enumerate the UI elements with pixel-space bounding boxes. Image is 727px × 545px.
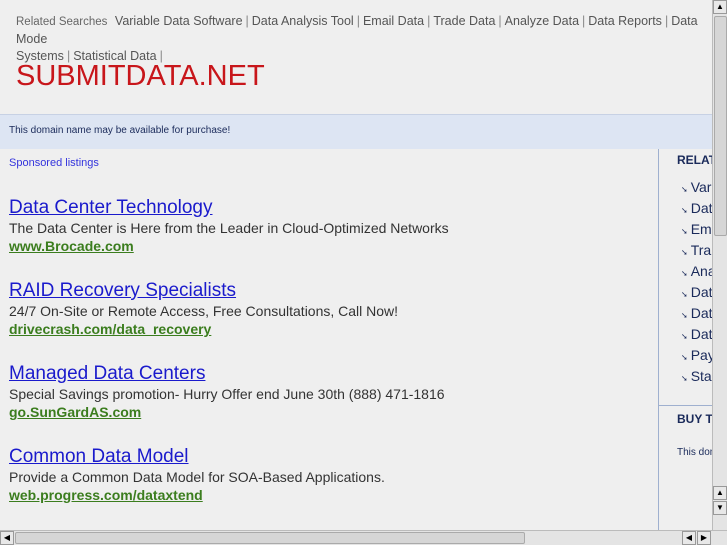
sidebar-item-label: Tra [690, 242, 712, 258]
scroll-up-button[interactable]: ▲ [713, 486, 727, 500]
arrow-icon: ➘ [681, 269, 688, 278]
header: Related Searches Variable Data Software |… [0, 0, 712, 114]
related-link[interactable]: Analyze Data [505, 14, 579, 28]
sidebar-item[interactable]: ➘ Sta [681, 367, 712, 388]
sidebar-item-label: Dat [690, 305, 712, 321]
sponsored-listings: Sponsored listings Data Center Technolog… [0, 149, 658, 530]
vertical-scrollbar[interactable]: ▲ ▲ ▼ [712, 0, 727, 530]
separator: | [664, 14, 669, 28]
ad-listing: Common Data Model Provide a Common Data … [9, 446, 649, 504]
ad-title-link[interactable]: Common Data Model [9, 446, 649, 468]
related-link[interactable]: Trade Data [433, 14, 495, 28]
buy-text: This dom [677, 447, 712, 458]
horizontal-scrollbar[interactable]: ◀ ◀ ▶ [0, 530, 727, 545]
sidebar-item[interactable]: ➘ Tra [681, 241, 712, 262]
sidebar-item-label: Dat [690, 200, 712, 216]
sidebar-item[interactable]: ➘ Dat [681, 283, 712, 304]
ad-description: 24/7 On-Site or Remote Access, Free Cons… [9, 303, 399, 319]
ad-listing: Managed Data Centers Special Savings pro… [9, 363, 649, 421]
separator: | [427, 14, 431, 28]
sponsored-label: Sponsored listings [9, 157, 99, 169]
related-searches-bar: Related Searches Variable Data Software |… [16, 13, 712, 65]
ad-url-link[interactable]: go.SunGardAS.com [9, 403, 649, 421]
arrow-icon: ➘ [681, 353, 688, 362]
arrow-icon: ➘ [681, 206, 688, 215]
related-searches-label: Related Searches [16, 16, 108, 28]
ad-title-link[interactable]: Managed Data Centers [9, 363, 649, 385]
separator: | [498, 14, 502, 28]
arrow-icon: ➘ [681, 332, 688, 341]
scroll-down-button[interactable]: ▼ [713, 501, 727, 515]
sidebar-item-label: Dat [690, 326, 712, 342]
sidebar-item[interactable]: ➘ Dat [681, 325, 712, 346]
related-link[interactable]: Data Reports [588, 14, 662, 28]
ad-title-link[interactable]: Data Center Technology [9, 197, 649, 219]
page-viewport: Related Searches Variable Data Software |… [0, 0, 712, 530]
sidebar-item[interactable]: ➘ Em [681, 220, 712, 241]
arrow-icon: ➘ [681, 248, 688, 257]
ad-listing: RAID Recovery Specialists 24/7 On-Site o… [9, 280, 649, 338]
related-link[interactable]: Variable Data Software [115, 14, 243, 28]
scroll-up-button[interactable]: ▲ [713, 0, 727, 14]
sidebar-item[interactable]: ➘Pay [681, 346, 712, 367]
related-link[interactable]: Data Analysis Tool [252, 14, 354, 28]
sidebar-divider [659, 405, 712, 406]
vertical-scroll-thumb[interactable] [714, 16, 727, 236]
domain-notice-bar: This domain name may be available for pu… [0, 114, 712, 149]
sidebar-list: ➘Var ➘Dat ➘Em ➘Tra ➘Ana ➘Dat ➘Dat ➘Dat ➘… [681, 178, 712, 388]
ad-url-link[interactable]: www.Brocade.com [9, 237, 649, 255]
ad-url-link[interactable]: drivecrash.com/data_recovery [9, 320, 649, 338]
sidebar-item[interactable]: ➘Ana [681, 262, 712, 283]
ad-listing: Data Center Technology The Data Center i… [9, 197, 649, 255]
arrow-icon: ➘ [681, 290, 688, 299]
separator: | [356, 14, 360, 28]
sidebar-item-label: Sta [690, 368, 712, 384]
sidebar-item-label: Var [690, 179, 712, 195]
arrow-icon: ➘ [681, 227, 688, 236]
arrow-icon: ➘ [681, 311, 688, 320]
sidebar-item[interactable]: ➘ Dat [681, 199, 712, 220]
horizontal-scroll-thumb[interactable] [15, 532, 525, 544]
scroll-left-button[interactable]: ◀ [682, 531, 696, 545]
separator: | [582, 14, 586, 28]
site-logo[interactable]: SUBMITDATA.NET [16, 60, 265, 93]
arrow-icon: ➘ [681, 185, 688, 194]
ad-description: Special Savings promotion- Hurry Offer e… [9, 386, 445, 402]
scroll-right-button[interactable]: ▶ [697, 531, 711, 545]
ad-title-link[interactable]: RAID Recovery Specialists [9, 280, 649, 302]
related-link[interactable]: Email Data [363, 14, 424, 28]
sidebar-heading: RELAT [677, 153, 712, 167]
scroll-left-button[interactable]: ◀ [0, 531, 14, 545]
separator: | [245, 14, 249, 28]
ad-description: The Data Center is Here from the Leader … [9, 220, 449, 236]
sidebar-item[interactable]: ➘ Var [681, 178, 712, 199]
ad-description: Provide a Common Data Model for SOA-Base… [9, 469, 385, 485]
sidebar-item-label: Ana [690, 263, 712, 279]
sidebar-item-label: Em [690, 221, 712, 237]
sidebar-item-label: Dat [690, 284, 712, 300]
related-sidebar: RELAT ➘Var ➘Dat ➘Em ➘Tra ➘Ana ➘Dat ➘Dat … [658, 149, 712, 530]
sidebar-item-label: Pay [690, 347, 712, 363]
domain-notice-text: This domain name may be available for pu… [9, 125, 231, 136]
buy-heading: BUY T [677, 412, 712, 426]
sidebar-item[interactable]: ➘ Dat [681, 304, 712, 325]
ad-url-link[interactable]: web.progress.com/dataxtend [9, 486, 649, 504]
arrow-icon: ➘ [681, 374, 688, 383]
